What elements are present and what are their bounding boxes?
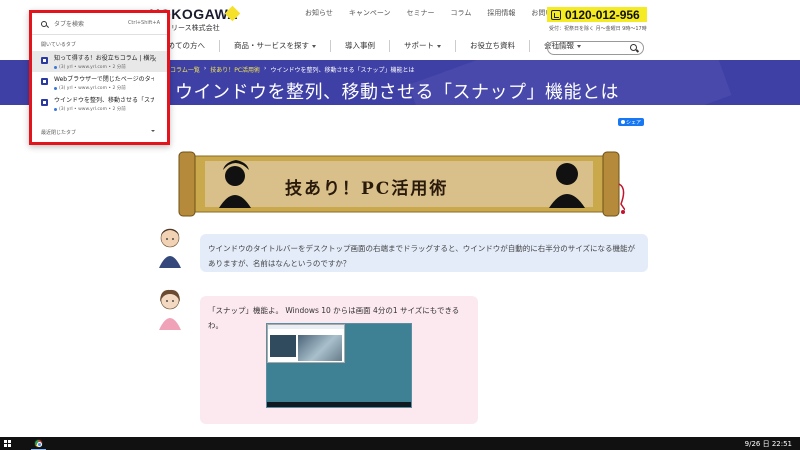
link-seminar[interactable]: セミナー bbox=[407, 8, 435, 18]
link-recruit[interactable]: 採用情報 bbox=[487, 8, 515, 18]
facebook-icon bbox=[620, 120, 625, 124]
phone-icon bbox=[551, 9, 561, 20]
phone-number-box[interactable]: 0120-012-956 bbox=[547, 7, 647, 22]
snapped-window-thumbnail bbox=[267, 324, 345, 363]
tab-result-meta: (3) yrl • www.yrl.com • 2 分前 bbox=[54, 64, 167, 70]
tab-result-title: ウインドウを整列、移動させる「スナッ... bbox=[54, 97, 154, 104]
share-label: シェア bbox=[625, 119, 641, 126]
tab-result-meta: (3) yrl • www.yrl.com • 2 分前 bbox=[54, 85, 167, 91]
site-search-placeholder: 検索 bbox=[555, 44, 568, 51]
facebook-share-button[interactable]: シェア bbox=[618, 118, 644, 126]
tab-result-title: Webブラウザーで閉じたページのタイト... bbox=[54, 76, 154, 83]
nav-item-support[interactable]: サポート bbox=[389, 40, 455, 52]
tab-group-dot-icon bbox=[54, 86, 57, 90]
tab-result-title: 知って得する！お役立ちコラム | 横河... bbox=[54, 55, 154, 62]
tab-result-item[interactable]: Webブラウザーで閉じたページのタイト... (3) yrl • www.yrl… bbox=[32, 72, 167, 93]
tab-result-meta: (3) yrl • www.yrl.com • 2 分前 bbox=[54, 106, 167, 112]
snap-example-screenshot bbox=[266, 323, 412, 408]
close-icon[interactable]: ✕ bbox=[151, 56, 157, 64]
nav-item-cases[interactable]: 導入事例 bbox=[330, 40, 389, 52]
tab-search-placeholder: タブを検索 bbox=[54, 21, 85, 28]
tab-result-item[interactable]: ウインドウを整列、移動させる「スナッ... (3) yrl • www.yrl.… bbox=[32, 93, 167, 114]
breadcrumb-current: ウインドウを整列、移動させる「スナップ」機能とは bbox=[270, 67, 415, 74]
breadcrumb-separator: › bbox=[203, 65, 207, 72]
recently-closed-tabs-toggle[interactable]: 最近閉じたタブ bbox=[32, 129, 167, 136]
windows-taskbar: 9/26 日 22:51 bbox=[0, 437, 800, 450]
chevron-down-icon bbox=[437, 44, 441, 48]
answerer-avatar bbox=[155, 288, 185, 336]
nav-item-products[interactable]: 商品・サービスを探す bbox=[219, 40, 330, 52]
search-icon bbox=[41, 20, 47, 27]
tab-search-popup: タブを検索 Ctrl+Shift+A 開いているタブ 知って得する！お役立ちコラ… bbox=[29, 10, 170, 145]
open-tabs-heading: 開いているタブ bbox=[41, 42, 76, 48]
questioner-avatar bbox=[155, 226, 185, 274]
tab-group-dot-icon bbox=[54, 107, 57, 111]
breadcrumb-separator: › bbox=[264, 65, 267, 72]
tab-result-item[interactable]: 知って得する！お役立ちコラム | 横河... (3) yrl • www.yrl… bbox=[32, 51, 167, 72]
phone-number: 0120-012-956 bbox=[565, 7, 640, 22]
tab-search-shortcut: Ctrl+Shift+A bbox=[127, 20, 160, 26]
nav-label: 導入事例 bbox=[345, 41, 375, 50]
link-campaign[interactable]: キャンペーン bbox=[349, 8, 391, 18]
phone-hours: 受付：祝祭日を除く 月～金曜日 9時～17時 bbox=[549, 26, 647, 32]
search-icon[interactable] bbox=[630, 44, 637, 51]
question-bubble: ウインドウのタイトルバーをデスクトップ画面の右端までドラッグすると、ウインドウが… bbox=[200, 234, 648, 272]
site-favicon-icon bbox=[41, 99, 48, 106]
nav-label: サポート bbox=[404, 41, 434, 50]
site-favicon-icon bbox=[41, 78, 48, 85]
nav-item-resources[interactable]: お役立ち資料 bbox=[455, 40, 529, 52]
series-title: 技あり！PC活用術 bbox=[285, 179, 449, 199]
page-title: ウインドウを整列、移動させる「スナップ」機能とは bbox=[175, 82, 619, 103]
chrome-taskbar-icon[interactable] bbox=[34, 439, 43, 448]
utility-links: お知らせ キャンペーン セミナー コラム 採用情報 お問い合わせ bbox=[305, 8, 573, 18]
link-column[interactable]: コラム bbox=[451, 8, 472, 18]
tab-result-meta-text: (3) yrl • www.yrl.com • 2 分前 bbox=[59, 86, 126, 91]
taskbar-clock[interactable]: 9/26 日 22:51 bbox=[745, 439, 792, 449]
breadcrumb: コラム一覧 › 技あり！PC活用術 › ウインドウを整列、移動させる「スナップ」… bbox=[170, 65, 414, 74]
thumbnail-taskbar bbox=[267, 402, 411, 407]
tab-result-meta-text: (3) yrl • www.yrl.com • 2 分前 bbox=[59, 65, 126, 70]
windows-start-icon[interactable] bbox=[4, 440, 11, 447]
site-search-input[interactable]: 検索 bbox=[547, 41, 644, 55]
link-news[interactable]: お知らせ bbox=[305, 8, 333, 18]
chevron-down-icon bbox=[151, 130, 155, 132]
chevron-down-icon bbox=[312, 44, 316, 48]
column-series-banner: 技あり！PC活用術 bbox=[175, 150, 626, 220]
nav-label: 商品・サービスを探す bbox=[234, 41, 309, 50]
tab-result-meta-text: (3) yrl • www.yrl.com • 2 分前 bbox=[59, 107, 126, 112]
nav-label: お役立ち資料 bbox=[470, 41, 515, 50]
tab-group-dot-icon bbox=[54, 65, 57, 69]
tab-search-input[interactable]: タブを検索 Ctrl+Shift+A bbox=[32, 13, 167, 35]
site-favicon-icon bbox=[41, 57, 48, 64]
recently-closed-label: 最近閉じたタブ bbox=[41, 130, 77, 136]
breadcrumb-pc-tips[interactable]: 技あり！PC活用術 bbox=[210, 65, 260, 74]
main-navigation: 初めての方へ 商品・サービスを探す 導入事例 サポート お役立ち資料 会社情報 bbox=[160, 40, 595, 54]
breadcrumb-column-list[interactable]: コラム一覧 bbox=[170, 65, 200, 74]
